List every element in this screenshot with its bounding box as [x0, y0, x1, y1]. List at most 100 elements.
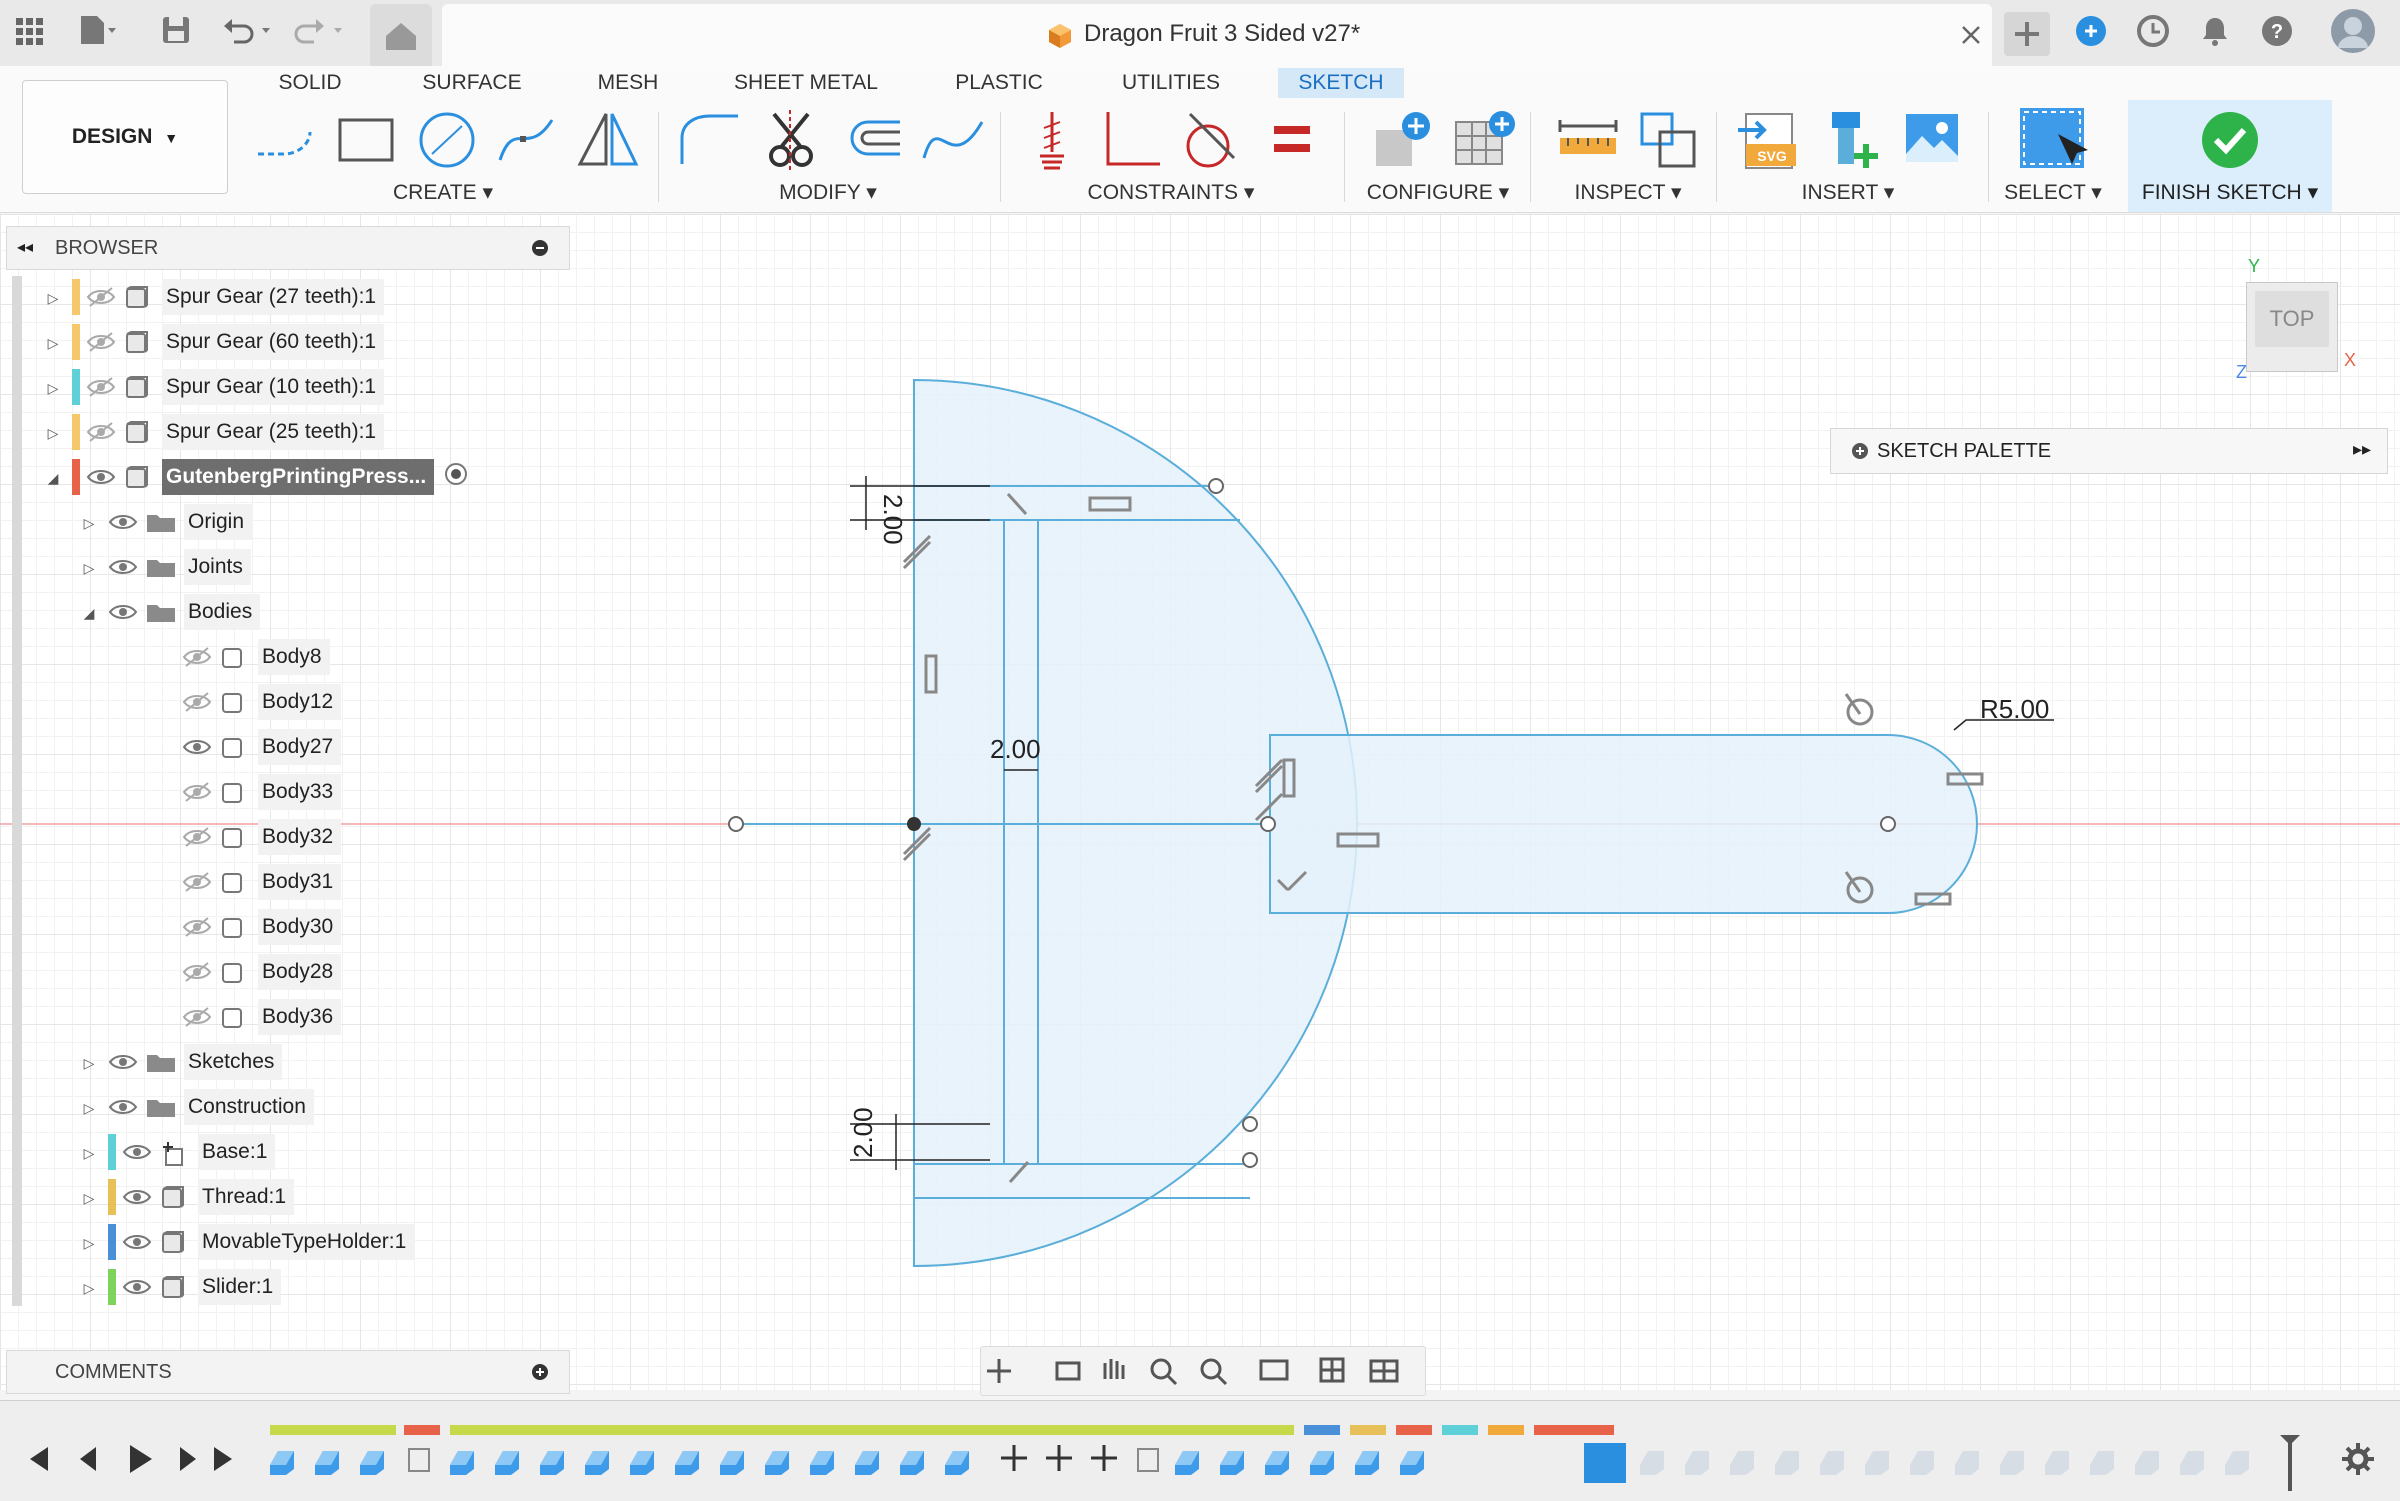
- browser-row[interactable]: ▷ Base:1: [6, 1134, 566, 1170]
- browser-row[interactable]: ▷ Slider:1: [6, 1269, 566, 1305]
- collapsed-caret-icon[interactable]: ▷: [82, 1280, 96, 1296]
- hidden-eye-icon[interactable]: [86, 331, 116, 353]
- hidden-eye-icon[interactable]: [86, 421, 116, 443]
- create-menu[interactable]: CREATE ▾: [370, 180, 516, 205]
- visibility-eye-icon[interactable]: [182, 736, 212, 758]
- hidden-eye-icon[interactable]: [182, 1006, 212, 1028]
- file-menu-icon[interactable]: [78, 14, 118, 52]
- browser-row[interactable]: ▷ Origin: [6, 504, 566, 540]
- tab-plastic[interactable]: PLASTIC: [944, 68, 1054, 98]
- extensions-icon[interactable]: [2074, 14, 2108, 48]
- save-icon[interactable]: [160, 14, 192, 52]
- browser-row[interactable]: Body31: [6, 864, 566, 900]
- hidden-eye-icon[interactable]: [182, 646, 212, 668]
- tangent-constraint-icon[interactable]: [1178, 108, 1244, 172]
- hidden-eye-icon[interactable]: [182, 691, 212, 713]
- visibility-eye-icon[interactable]: [108, 511, 138, 533]
- activate-radio-icon[interactable]: [444, 462, 468, 492]
- dimension-bottom-value[interactable]: 2.00: [848, 1107, 904, 1158]
- sketch-curve-icon[interactable]: [920, 108, 986, 172]
- document-tab[interactable]: Dragon Fruit 3 Sided v27*: [442, 4, 1992, 66]
- browser-row[interactable]: Body27: [6, 729, 566, 765]
- browser-row[interactable]: Body32: [6, 819, 566, 855]
- collapsed-caret-icon[interactable]: ▷: [82, 1055, 96, 1071]
- visibility-eye-icon[interactable]: [122, 1276, 152, 1298]
- expanded-caret-icon[interactable]: ◢: [46, 470, 60, 486]
- navigation-icons[interactable]: [985, 1353, 1421, 1389]
- comments-expand-icon[interactable]: [531, 1363, 549, 1381]
- tab-surface[interactable]: SURFACE: [418, 68, 526, 98]
- browser-row[interactable]: Body30: [6, 909, 566, 945]
- tab-sketch[interactable]: SKETCH: [1278, 68, 1404, 98]
- sketch-palette[interactable]: SKETCH PALETTE ▸▸: [1830, 428, 2388, 474]
- equal-constraint-icon[interactable]: [1270, 120, 1314, 160]
- browser-row[interactable]: ▷ Spur Gear (25 teeth):1: [6, 414, 566, 450]
- configure-parameters-icon[interactable]: [1368, 106, 1438, 172]
- tab-solid[interactable]: SOLID: [262, 68, 358, 98]
- trim-scissors-icon[interactable]: [760, 108, 826, 172]
- browser-minimize-icon[interactable]: [531, 239, 549, 257]
- browser-row[interactable]: Body8: [6, 639, 566, 675]
- browser-row[interactable]: ▷ MovableTypeHolder:1: [6, 1224, 566, 1260]
- hidden-eye-icon[interactable]: [182, 826, 212, 848]
- home-tab[interactable]: [370, 4, 432, 66]
- comments-panel[interactable]: COMMENTS: [6, 1350, 570, 1394]
- visibility-eye-icon[interactable]: [108, 556, 138, 578]
- insert-mcmaster-icon[interactable]: [1818, 106, 1888, 172]
- select-menu[interactable]: SELECT ▾: [2000, 180, 2106, 205]
- hidden-eye-icon[interactable]: [182, 916, 212, 938]
- visibility-eye-icon[interactable]: [108, 601, 138, 623]
- timeline-features[interactable]: [266, 1435, 2326, 1491]
- redo-icon[interactable]: [290, 14, 346, 52]
- browser-row[interactable]: Body33: [6, 774, 566, 810]
- browser-row[interactable]: ▷ Spur Gear (27 teeth):1: [6, 279, 566, 315]
- fillet-tool-icon[interactable]: [676, 108, 742, 172]
- inspect-menu[interactable]: INSPECT ▾: [1566, 180, 1690, 205]
- dimension-radius-value[interactable]: R5.00: [1980, 694, 2049, 725]
- line-tool-icon[interactable]: [254, 110, 320, 170]
- modify-menu[interactable]: MODIFY ▾: [760, 180, 896, 205]
- collapse-browser-icon[interactable]: ◂◂: [17, 237, 33, 257]
- collapsed-caret-icon[interactable]: ▷: [82, 1190, 96, 1206]
- spline-tool-icon[interactable]: [494, 108, 560, 172]
- browser-row[interactable]: ◢ GutenbergPrintingPress...: [6, 459, 566, 495]
- viewcube[interactable]: TOP: [2246, 282, 2338, 372]
- notifications-icon[interactable]: [2198, 14, 2232, 48]
- collapsed-caret-icon[interactable]: ▷: [82, 1145, 96, 1161]
- collapsed-caret-icon[interactable]: ▷: [82, 560, 96, 576]
- hidden-eye-icon[interactable]: [182, 961, 212, 983]
- undo-icon[interactable]: [222, 14, 278, 52]
- grid-menu-icon[interactable]: [14, 16, 44, 52]
- hidden-eye-icon[interactable]: [182, 871, 212, 893]
- browser-row[interactable]: Body12: [6, 684, 566, 720]
- viewcube-face[interactable]: TOP: [2255, 291, 2329, 347]
- playback-controls[interactable]: [20, 1441, 240, 1477]
- hidden-eye-icon[interactable]: [86, 376, 116, 398]
- palette-expand-icon[interactable]: ▸▸: [2353, 439, 2371, 460]
- configure-table-icon[interactable]: [1450, 106, 1520, 172]
- collapsed-caret-icon[interactable]: ▷: [46, 380, 60, 396]
- new-tab-button[interactable]: [2004, 12, 2050, 56]
- select-tool-icon[interactable]: [2016, 104, 2088, 174]
- measure-icon[interactable]: [1556, 112, 1622, 168]
- configure-menu[interactable]: CONFIGURE ▾: [1360, 180, 1516, 205]
- browser-row[interactable]: ▷ Thread:1: [6, 1179, 566, 1215]
- perpendicular-constraint-icon[interactable]: [1098, 108, 1164, 172]
- visibility-eye-icon[interactable]: [86, 466, 116, 488]
- tab-sheet-metal[interactable]: SHEET METAL: [730, 68, 882, 98]
- insert-svg-icon[interactable]: SVG: [1736, 106, 1806, 172]
- collapsed-caret-icon[interactable]: ▷: [82, 1100, 96, 1116]
- collapsed-caret-icon[interactable]: ▷: [82, 515, 96, 531]
- expanded-caret-icon[interactable]: ◢: [82, 605, 96, 621]
- browser-row[interactable]: ▷ Construction: [6, 1089, 566, 1125]
- insert-menu[interactable]: INSERT ▾: [1774, 180, 1922, 205]
- interference-icon[interactable]: [1636, 108, 1702, 172]
- circle-tool-icon[interactable]: [414, 108, 480, 172]
- tab-utilities[interactable]: UTILITIES: [1112, 68, 1230, 98]
- visibility-eye-icon[interactable]: [122, 1186, 152, 1208]
- collapsed-caret-icon[interactable]: ▷: [46, 425, 60, 441]
- design-workspace-button[interactable]: DESIGN ▼: [22, 80, 228, 194]
- browser-row[interactable]: Body36: [6, 999, 566, 1035]
- dimension-middle-value[interactable]: 2.00: [990, 734, 1041, 765]
- browser-row[interactable]: ▷ Joints: [6, 549, 566, 585]
